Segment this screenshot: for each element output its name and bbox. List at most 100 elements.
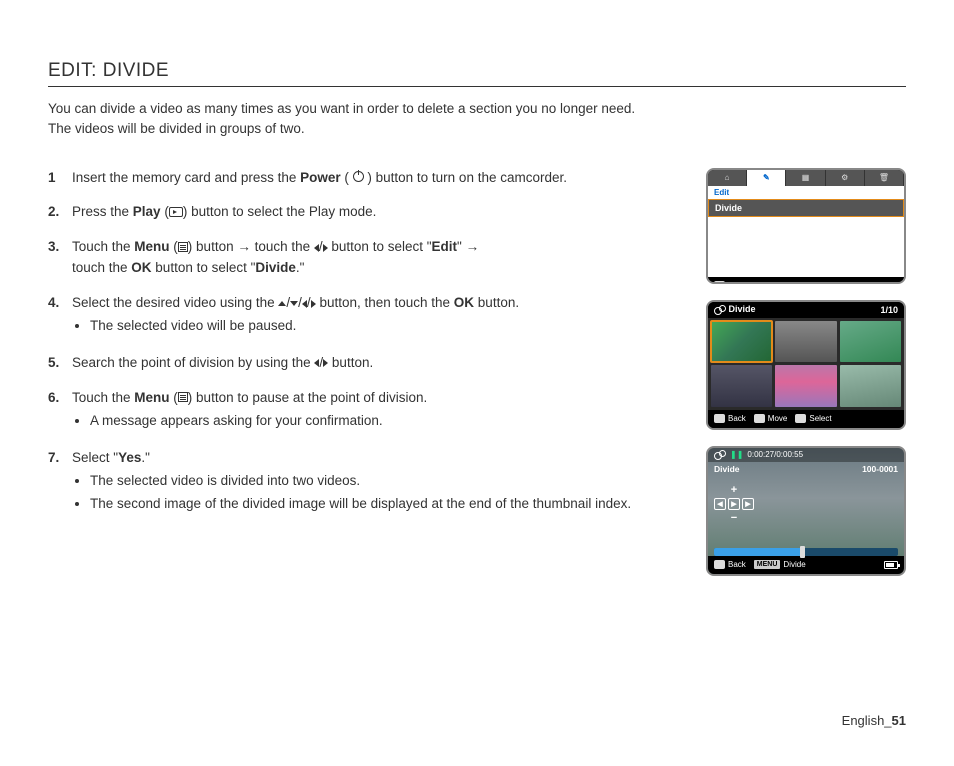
tab-icon: ⌂ — [708, 170, 747, 186]
screen-footer: Back Move Select — [708, 410, 904, 428]
text: button to turn on the camcorder. — [372, 170, 567, 185]
text: Press the — [72, 204, 133, 219]
divide-label: Divide — [714, 464, 740, 474]
menu-label: Menu — [134, 390, 169, 405]
text: button to select the Play mode. — [187, 204, 376, 219]
text: Search the point of division by using th… — [72, 355, 314, 370]
intro-text: You can divide a video as many times as … — [48, 99, 906, 140]
thumbnail — [775, 321, 836, 363]
text: button to select " — [328, 239, 432, 254]
text: button — [192, 239, 237, 254]
menu-item-divide: Divide — [708, 199, 904, 217]
tab-icon: 🗑 — [865, 170, 904, 186]
menu-icon — [178, 242, 188, 252]
up-triangle-icon — [278, 301, 286, 306]
back-label: Back — [729, 281, 749, 284]
step-1: 1 Insert the memory card and press the P… — [48, 168, 682, 189]
pause-icon: ❚❚ — [730, 450, 743, 459]
step-6: 6. Touch the Menu () button to pause at … — [48, 388, 682, 434]
menu-label: Menu — [134, 239, 169, 254]
page-counter: 1/10 — [880, 305, 898, 315]
edit-label: Edit — [432, 239, 458, 254]
text: ." — [141, 450, 150, 465]
back-label: Back — [728, 560, 746, 569]
back-icon — [714, 560, 725, 569]
gears-icon — [714, 450, 726, 460]
tab-edit-icon: ✎ — [747, 170, 786, 186]
text: button. — [328, 355, 373, 370]
power-icon — [353, 171, 364, 182]
ok-label: OK — [454, 295, 474, 310]
back-icon — [714, 414, 725, 423]
divide-label: Divide — [783, 560, 805, 569]
text: button, then touch the — [316, 295, 454, 310]
battery-icon — [884, 561, 898, 569]
minus-icon: − — [731, 512, 737, 524]
back-icon — [714, 281, 725, 284]
play-icon: ▶ — [728, 498, 740, 510]
text: button to select " — [152, 260, 256, 275]
intro-line-2: The videos will be divided in groups of … — [48, 121, 305, 136]
text: touch the — [251, 239, 314, 254]
step-7: 7. Select "Yes." The selected video is d… — [48, 448, 682, 517]
screen-header: Divide 1/10 — [708, 302, 904, 318]
power-label: Power — [300, 170, 341, 185]
instructions-list: 1 Insert the memory card and press the P… — [48, 168, 682, 576]
screen-playback: ❚❚ 0:00:27/0:00:55 Divide 100-0001 + ◀ ▶… — [706, 446, 906, 576]
screenshots-column: ⌂ ✎ ▦ ⚙ 🗑 Edit Divide Back Divide — [706, 168, 906, 576]
playback-topbar: ❚❚ 0:00:27/0:00:55 — [708, 448, 904, 462]
back-label: Back — [728, 414, 746, 423]
arrow-right-icon: → — [466, 239, 480, 254]
text: Touch the — [72, 239, 134, 254]
left-triangle-icon — [302, 300, 307, 308]
thumbnail — [711, 365, 772, 407]
plus-icon: + — [731, 484, 737, 496]
screen-footer: Back MENUDivide — [708, 556, 904, 574]
text: Select the desired video using the — [72, 295, 278, 310]
text: Touch the — [72, 390, 134, 405]
step-4: 4. Select the desired video using the //… — [48, 293, 682, 339]
arrow-right-icon: → — [237, 239, 251, 254]
play-icon — [169, 207, 183, 217]
select-label: Select — [809, 414, 831, 423]
text: button to pause at the point of division… — [192, 390, 427, 405]
step-number: 1 — [48, 168, 72, 189]
tab-icon: ⚙ — [826, 170, 865, 186]
menu-chip-icon: MENU — [754, 560, 781, 569]
page-title: EDIT: DIVIDE — [48, 60, 906, 87]
step-number: 2. — [48, 202, 72, 223]
divide-title: Divide — [729, 304, 756, 314]
yes-label: Yes — [118, 450, 141, 465]
playback-controls: + ◀ ▶ ▶ − — [714, 484, 754, 524]
down-triangle-icon — [290, 301, 298, 306]
edit-tab-label: Edit — [708, 186, 904, 199]
progress-handle — [800, 546, 805, 558]
progress-fill — [714, 548, 802, 556]
ok-label: OK — [131, 260, 151, 275]
text: Select " — [72, 450, 118, 465]
move-icon — [754, 414, 765, 423]
step-5: 5. Search the point of division by using… — [48, 353, 682, 374]
screen-footer: Back — [708, 277, 904, 284]
divide-label: Divide — [255, 260, 296, 275]
screen-edit-menu: ⌂ ✎ ▦ ⚙ 🗑 Edit Divide Back — [706, 168, 906, 284]
file-number: 100-0001 — [862, 464, 898, 474]
play-label: Play — [133, 204, 161, 219]
step-number: 4. — [48, 293, 72, 339]
intro-line-1: You can divide a video as many times as … — [48, 101, 635, 116]
bullet: The selected video will be paused. — [90, 316, 682, 337]
footer-page-number: 51 — [892, 713, 906, 728]
step-number: 5. — [48, 353, 72, 374]
thumbnail — [775, 365, 836, 407]
thumbnail-grid — [708, 318, 904, 410]
bullet: A message appears asking for your confir… — [90, 411, 682, 432]
bullet: The second image of the divided image wi… — [90, 494, 682, 515]
move-label: Move — [768, 414, 788, 423]
footer-language: English — [842, 713, 885, 728]
prev-icon: ◀ — [714, 498, 726, 510]
screen-divide-grid: Divide 1/10 Back Move Select — [706, 300, 906, 430]
next-icon: ▶ — [742, 498, 754, 510]
text: touch the — [72, 260, 131, 275]
step-number: 3. — [48, 237, 72, 279]
playback-row2: Divide 100-0001 — [708, 462, 904, 476]
